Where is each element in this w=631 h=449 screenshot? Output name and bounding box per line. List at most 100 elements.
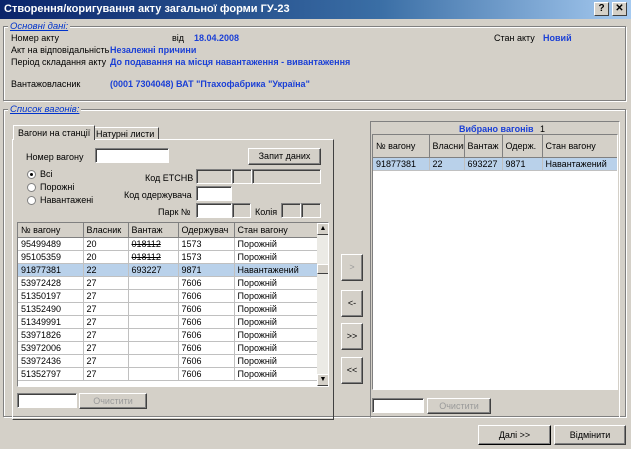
tab-wagons-at-station[interactable]: Вагони на станції [13, 125, 96, 140]
etsnv-input[interactable] [196, 169, 232, 184]
selected-table-header: № вагону Власник Вантаж Одерж. Стан вагону [373, 135, 617, 158]
table-row[interactable]: 51352490 27 7606 Порожній [18, 302, 318, 316]
table-cell: 693227 [464, 157, 503, 171]
table-cell: 51349991 [18, 315, 84, 329]
table-cell: 018112 [128, 250, 179, 264]
table-cell: 018112 [128, 237, 179, 251]
radio-loaded-label: Навантажені [40, 195, 94, 205]
table-cell [128, 289, 179, 303]
act-state: Новий [543, 33, 572, 43]
table-cell: 51350197 [18, 289, 84, 303]
column-header[interactable]: Вантаж [128, 223, 179, 238]
table-cell: 27 [83, 341, 129, 355]
next-button[interactable]: Далі >> [478, 425, 551, 445]
shipper-label: Вантажовласник [11, 79, 81, 89]
receiver-code-label: Код одержувача [124, 190, 192, 200]
responsibility-label: Акт на відповідальність [11, 45, 110, 55]
column-header[interactable]: Вантаж [464, 135, 503, 158]
close-button[interactable]: ✕ [612, 2, 627, 16]
table-cell: 53972436 [18, 354, 84, 368]
table-cell: 7606 [178, 302, 235, 316]
column-header[interactable]: Стан вагону [542, 135, 617, 158]
park-input[interactable] [196, 203, 232, 218]
table-row[interactable]: 51352797 27 7606 Порожній [18, 367, 318, 381]
remove-one-button[interactable]: <- [341, 290, 363, 317]
table-row[interactable]: 95499489 20 018112 1573 Порожній [18, 237, 318, 251]
from-label: від [172, 33, 185, 43]
track-input[interactable] [281, 203, 301, 218]
wagon-table-scrollbar[interactable]: ▲ ▼ [317, 223, 328, 386]
park-label: Парк № [158, 207, 191, 217]
receiver-code-input[interactable] [196, 186, 232, 201]
table-cell: Порожній [234, 289, 318, 303]
table-cell: 91877381 [18, 263, 84, 277]
radio-loaded[interactable] [27, 196, 36, 205]
table-cell: 7606 [178, 276, 235, 290]
etsnv-label: Код ЕТСНВ [145, 173, 194, 183]
table-cell: Порожній [234, 328, 318, 342]
table-cell [128, 276, 179, 290]
table-cell: 22 [83, 263, 129, 277]
act-state-label: Стан акту [494, 33, 535, 43]
close-icon: ✕ [615, 3, 624, 14]
wagon-number-input[interactable] [95, 148, 169, 163]
column-header[interactable]: № вагону [373, 135, 430, 158]
table-cell: 95105359 [18, 250, 84, 264]
column-header[interactable]: № вагону [18, 223, 84, 238]
table-cell: 7606 [178, 354, 235, 368]
scroll-up-icon[interactable]: ▲ [317, 223, 328, 235]
scroll-down-icon[interactable]: ▼ [317, 374, 328, 386]
table-row[interactable]: 91877381 22 693227 9871 Навантажений [373, 157, 617, 171]
table-cell: 53972006 [18, 341, 84, 355]
table-cell: 1573 [178, 250, 235, 264]
column-header[interactable]: Одержувач [178, 223, 235, 238]
add-one-button[interactable]: > [341, 254, 363, 281]
table-cell: 1573 [178, 237, 235, 251]
request-data-button[interactable]: Запит даних [248, 148, 321, 165]
wagon-filter-input[interactable] [17, 393, 77, 408]
table-cell: Порожній [234, 237, 318, 251]
table-cell: 7606 [178, 341, 235, 355]
table-row[interactable]: 91877381 22 693227 9871 Навантажений [18, 263, 318, 277]
table-cell: 693227 [128, 263, 179, 277]
remove-all-button[interactable]: << [341, 357, 363, 384]
act-date: 18.04.2008 [194, 33, 240, 43]
column-header[interactable]: Одерж. [502, 135, 543, 158]
wagon-table[interactable]: № вагону Власник Вантаж Одержувач Стан вагон… [17, 222, 329, 387]
table-cell: Порожній [234, 302, 318, 316]
selected-table[interactable]: № вагону Власник Вантаж Одерж. Стан вагону 9… [372, 134, 618, 390]
column-header[interactable]: Стан вагону [234, 223, 318, 238]
table-row[interactable]: 53972436 27 7606 Порожній [18, 354, 318, 368]
period-value: До подавання на місця навантаження - вив… [110, 57, 351, 67]
table-cell: 22 [429, 157, 465, 171]
scroll-thumb[interactable] [317, 264, 328, 274]
radio-all-label: Всі [40, 169, 53, 179]
table-row[interactable]: 53971826 27 7606 Порожній [18, 328, 318, 342]
table-cell: Порожній [234, 341, 318, 355]
table-cell: 51352490 [18, 302, 84, 316]
table-cell: 27 [83, 315, 129, 329]
column-header[interactable]: Власник [83, 223, 129, 238]
selected-filter-input[interactable] [372, 398, 424, 413]
table-row[interactable]: 95105359 20 018112 1573 Порожній [18, 250, 318, 264]
radio-empty[interactable] [27, 183, 36, 192]
radio-all[interactable] [27, 170, 36, 179]
column-header[interactable]: Власник [429, 135, 465, 158]
park-dropdown[interactable] [232, 203, 251, 218]
add-all-button[interactable]: >> [341, 323, 363, 350]
clear-selected-button[interactable]: Очистити [427, 398, 491, 414]
table-cell: 7606 [178, 328, 235, 342]
table-row[interactable]: 53972006 27 7606 Порожній [18, 341, 318, 355]
help-button[interactable]: ? [594, 2, 609, 16]
etsnv-name-input[interactable] [252, 169, 321, 184]
track-dropdown[interactable] [301, 203, 321, 218]
etsnv-input-2[interactable] [232, 169, 252, 184]
table-cell [128, 302, 179, 316]
table-row[interactable]: 53972428 27 7606 Порожній [18, 276, 318, 290]
table-cell: 20 [83, 250, 129, 264]
table-row[interactable]: 51349991 27 7606 Порожній [18, 315, 318, 329]
table-row[interactable]: 51350197 27 7606 Порожній [18, 289, 318, 303]
shipper-value: (0001 7304048) ВАТ "Птахофабрика "Україн… [110, 79, 310, 89]
cancel-button[interactable]: Відмінити [554, 425, 626, 445]
clear-wagons-button[interactable]: Очистити [79, 393, 147, 409]
